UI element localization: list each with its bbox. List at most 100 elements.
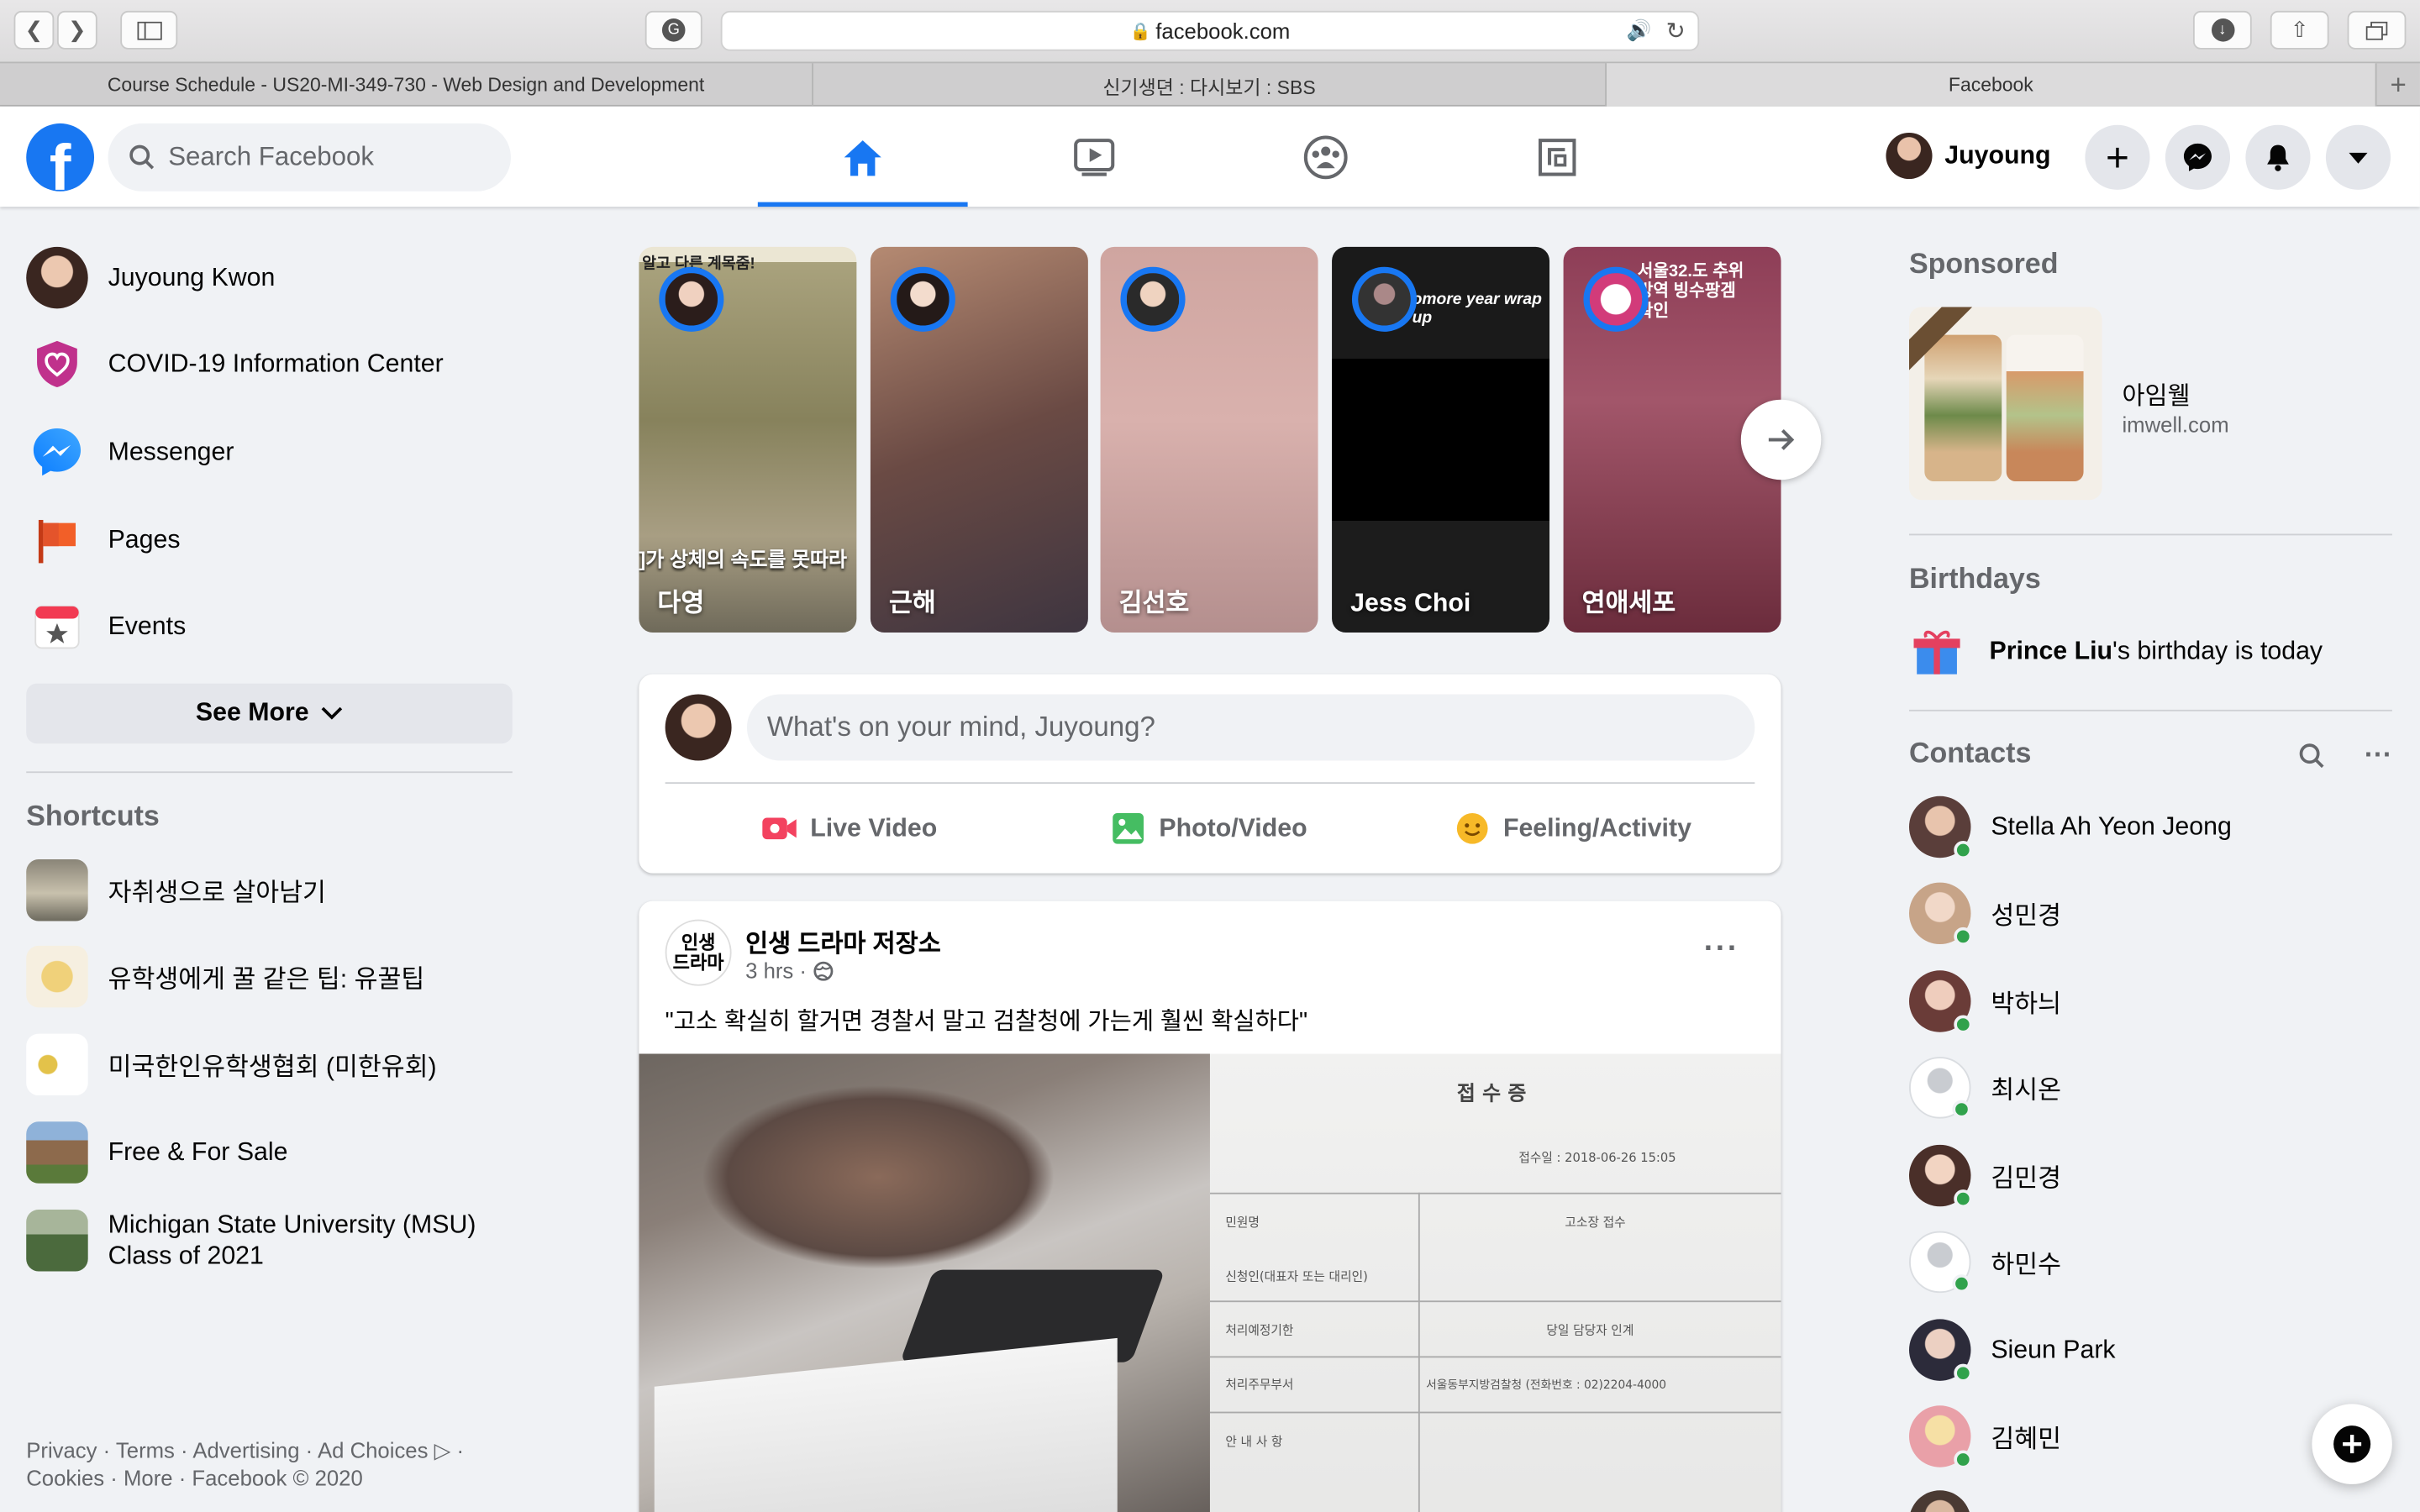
doc-date: 접수일 : 2018-06-26 15:05	[1518, 1151, 1676, 1165]
story-avatar	[1120, 266, 1186, 332]
story-avatar	[659, 266, 724, 332]
nav-watch[interactable]	[989, 107, 1199, 207]
shortcut-label: Michigan State University (MSU) Class of…	[108, 1210, 476, 1270]
sidebar-item-covid[interactable]: COVID-19 Information Center	[26, 327, 513, 401]
sidebar-toggle-icon[interactable]	[120, 10, 178, 50]
live-video-button[interactable]: Live Video	[760, 802, 937, 854]
story-card[interactable]: omore year wrap up Jess Choi	[1332, 246, 1550, 633]
photo-video-button[interactable]: Photo/Video	[1111, 802, 1307, 854]
speaker-icon[interactable]: 🔊	[1627, 18, 1652, 43]
composer-input[interactable]: What's on your mind, Juyoung?	[746, 694, 1755, 761]
group-thumbnail	[26, 1209, 88, 1272]
tab-sbs[interactable]: 신기생뎐 : 다시보기 : SBS	[813, 63, 1607, 107]
contact-name: 박하늬	[1991, 990, 2061, 1019]
doc-row-label: 신청인(대표자 또는 대리인)	[1225, 1269, 1368, 1284]
sidebar-item-pages[interactable]: Pages	[26, 503, 513, 577]
story-card[interactable]: 알고 다른 계목줌! ]가 상체의 속도를 못따라 다영	[639, 246, 857, 633]
feeling-activity-button[interactable]: Feeling/Activity	[1455, 802, 1691, 854]
sidebar-item-label: Events	[108, 612, 187, 640]
new-message-button[interactable]	[2312, 1404, 2392, 1484]
avatar	[1908, 1057, 1971, 1119]
profile-chip[interactable]: Juyoung	[1886, 129, 2051, 181]
shortcut-item[interactable]: Michigan State University (MSU) Class of…	[26, 1209, 535, 1272]
reload-icon[interactable]: ↻	[1666, 17, 1686, 45]
address-bar[interactable]: 🔒 facebook.com 🔊 ↻	[720, 10, 1700, 51]
notifications-button[interactable]	[2245, 124, 2311, 190]
contact-item[interactable]: 최시온	[1908, 1053, 2403, 1121]
sidebar-item-label: COVID-19 Information Center	[108, 349, 444, 378]
shortcut-item[interactable]: 자취생으로 살아남기	[26, 859, 535, 921]
doc-row-label: 처리주무부서	[1225, 1378, 1294, 1392]
story-name: 근해	[888, 589, 936, 617]
contact-name: 성민경	[1991, 902, 2061, 931]
group-thumbnail	[26, 859, 88, 921]
facebook-header: f Search Facebook Juyoung +	[0, 106, 2420, 207]
sidebar-item-events[interactable]: Events	[26, 590, 513, 664]
messenger-button[interactable]	[2165, 124, 2231, 190]
tab-bar: Course Schedule - US20-MI-349-730 - Web …	[0, 61, 2420, 107]
footer-links[interactable]: Privacy · Terms · Advertising · Ad Choic…	[26, 1436, 504, 1492]
page-logo[interactable]: 인생 드라마	[665, 919, 732, 986]
divider	[665, 782, 1755, 785]
tab-course-schedule[interactable]: Course Schedule - US20-MI-349-730 - Web …	[0, 63, 813, 107]
post-time[interactable]: 3 hrs ·	[745, 958, 807, 983]
url-text: facebook.com	[1155, 18, 1291, 44]
see-more-button[interactable]: See More	[26, 683, 513, 744]
contact-item[interactable]: 성민경	[1908, 879, 2403, 948]
create-button[interactable]: +	[2085, 124, 2150, 190]
story-card[interactable]: 근해	[870, 246, 1088, 633]
search-placeholder: Search Facebook	[168, 141, 374, 171]
nav-gaming[interactable]	[1452, 107, 1662, 207]
forward-icon[interactable]: ❯	[56, 10, 97, 50]
tab-overview-icon[interactable]	[2347, 10, 2407, 50]
divider	[26, 771, 513, 774]
facebook-logo-icon[interactable]: f	[26, 123, 95, 192]
post-page-name[interactable]: 인생 드라마 저장소	[745, 922, 941, 959]
home-icon	[844, 139, 881, 176]
story-card[interactable]: 김선호	[1100, 246, 1318, 633]
shortcuts-title: Shortcuts	[26, 799, 160, 832]
back-icon[interactable]: ❮	[13, 10, 55, 50]
shortcut-label: 유학생에게 꿀 같은 팁: 유꿀팁	[108, 965, 425, 994]
shortcut-item[interactable]: Free & For Sale	[26, 1121, 535, 1184]
tab-facebook[interactable]: Facebook	[1607, 63, 2377, 107]
divider	[1908, 709, 2392, 711]
contact-item[interactable]: 하민수	[1908, 1228, 2403, 1296]
account-menu-button[interactable]	[2325, 124, 2391, 190]
birthday-item[interactable]: Prince Liu's birthday is today	[1909, 620, 2403, 681]
browser-toolbar: ❮ ❯ G 🔒 facebook.com 🔊 ↻ ↓ ⇧	[0, 0, 2420, 62]
downloads-icon[interactable]: ↓	[2192, 10, 2252, 50]
contact-item[interactable]: Stella Ah Yeon Jeong	[1908, 793, 2403, 861]
nav-groups[interactable]	[1221, 107, 1431, 207]
chevron-down-icon	[321, 706, 343, 720]
post-image[interactable]: 접 수 증 접수일 : 2018-06-26 15:05 민원명 신청인(대표자…	[639, 1053, 1781, 1512]
grammarly-icon[interactable]: G	[644, 10, 702, 50]
search-icon[interactable]	[2298, 742, 2326, 769]
sidebar-item-messenger[interactable]: Messenger	[26, 415, 513, 489]
shortcut-item[interactable]: 미국한인유학생협회 (미한유회)	[26, 1033, 535, 1096]
caret-down-icon	[2349, 151, 2368, 163]
doc-value: 고소장 접수	[1565, 1215, 1626, 1230]
avatar	[1908, 1144, 1973, 1209]
new-tab-icon[interactable]: +	[2377, 63, 2420, 106]
doc-value: 당일 담당자 인계	[1546, 1323, 1634, 1338]
sponsored-ad[interactable]: 아임웰 imwell.com	[1908, 307, 2392, 501]
shortcut-item[interactable]: 유학생에게 꿀 같은 팁: 유꿀팁	[26, 945, 535, 1008]
contact-item[interactable]: Sieun Park	[1908, 1316, 2403, 1384]
search-input[interactable]: Search Facebook	[108, 123, 511, 192]
contact-item[interactable]: 김민경	[1908, 1142, 2403, 1210]
post-options-icon[interactable]: ···	[1704, 932, 1739, 967]
share-icon[interactable]: ⇧	[2270, 10, 2329, 50]
doc-value: 서울동부지방검찰청 (전화번호 : 02)2204-4000	[1426, 1378, 1667, 1392]
stories-next-button[interactable]	[1740, 399, 1822, 480]
contacts-options-icon[interactable]: ···	[2365, 739, 2392, 772]
sponsored-title: Sponsored	[1908, 246, 2059, 280]
photo-left	[639, 1053, 1210, 1512]
divider	[1908, 533, 2392, 536]
contact-item[interactable]: 박하늬	[1908, 968, 2403, 1036]
story-name: 김선호	[1118, 589, 1190, 617]
sidebar-item-profile[interactable]: Juyoung Kwon	[26, 241, 513, 315]
nav-home[interactable]	[757, 107, 968, 207]
doc-title: 접 수 증	[1456, 1083, 1527, 1106]
contact-name: Stella Ah Yeon Jeong	[1991, 812, 2232, 841]
